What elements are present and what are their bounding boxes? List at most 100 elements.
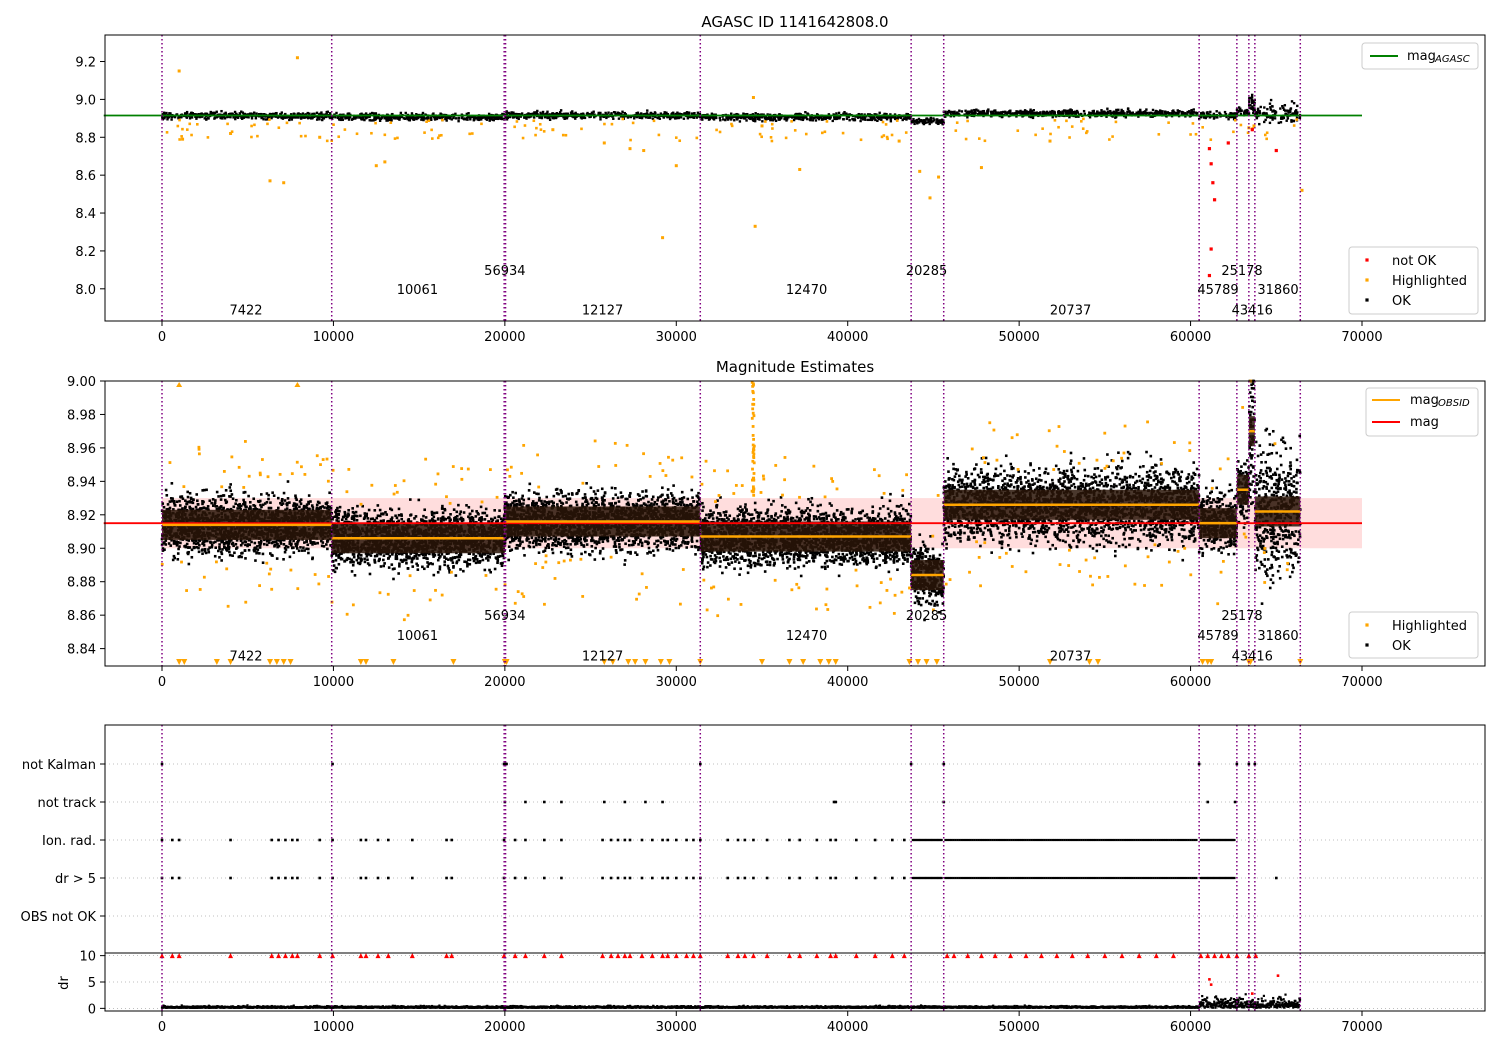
highlighted-point [551,128,555,132]
highlighted-point [918,169,922,173]
ok-point [320,111,323,114]
ok-point [265,492,269,495]
highlighted-point [521,136,525,140]
ok-point [719,119,722,122]
ok-point [469,118,472,121]
ok-point [172,501,176,505]
ok-point [260,493,263,496]
ok-point [612,117,615,120]
ok-point [1258,111,1261,115]
ok-point [1250,95,1254,99]
ok-point [280,111,284,114]
highlighted-point [1041,127,1044,130]
ok-point [295,507,299,510]
ok-point [217,549,220,553]
ok-point [285,502,288,506]
ok-point [280,499,284,503]
highlighted-point [561,133,565,137]
ok-point [446,564,450,568]
highlighted-point [790,120,793,123]
highlighted-point [389,121,393,124]
ok-point [541,110,545,114]
ok-point [783,117,786,121]
ok-point [197,550,201,554]
ok-point [646,109,649,112]
ok-point [1192,108,1195,111]
ok-point [633,117,636,120]
ok-point [1271,110,1274,113]
highlighted-point [250,135,253,139]
ok-point [994,112,997,115]
ok-point [233,551,236,555]
ok-point [1247,112,1251,115]
ok-point [190,111,193,114]
ok-point [334,558,338,562]
ok-point [366,558,369,562]
ok-point [605,116,608,120]
ok-point [276,496,280,500]
ok-point [545,112,548,115]
ok-point [192,545,196,549]
ok-point [433,117,437,120]
highlighted-point [285,121,289,125]
highlighted-point [230,130,234,133]
ok-point [337,562,341,566]
ok-point [848,118,851,122]
highlighted-point [784,136,788,140]
ok-point [814,119,818,122]
ok-point [326,540,329,543]
highlighted-point [1085,131,1088,135]
ok-point [905,117,909,120]
ok-point [247,116,250,119]
ok-point [191,498,195,501]
obsid-label: 20285 [906,264,947,279]
highlighted-point [468,132,471,136]
ok-point [947,109,951,113]
ok-point [315,503,319,507]
ok-point [202,544,206,547]
ok-point [540,116,544,120]
highlighted-point [396,136,399,140]
ok-point [258,552,261,555]
ok-point [204,112,207,115]
ok-point [1112,112,1116,115]
ok-point [1014,111,1017,115]
ok-point [1227,118,1230,121]
ok-point [1151,108,1155,112]
ok-point [161,502,165,505]
ok-point [422,556,426,560]
highlighted-point [678,139,682,143]
highlighted-point [564,133,568,137]
highlighted-point [621,117,625,121]
ok-point [1166,111,1170,115]
highlighted-point [355,132,359,136]
ok-point [1296,111,1299,114]
ok-point [241,541,244,545]
ok-point [990,110,993,114]
ok-point [203,488,206,492]
highlighted-point [823,130,827,134]
ok-point [324,502,328,505]
highlighted-point [332,123,335,126]
ok-point [270,541,274,545]
ok-point [1286,117,1290,120]
ok-point [170,499,174,503]
ok-point [237,504,241,508]
ok-point [360,118,363,121]
ok-point [1205,111,1209,115]
ok-point [295,498,298,501]
ok-point [987,108,990,111]
x-tick-label: 70000 [1341,330,1382,345]
ok-point [389,116,393,119]
ok-point [1255,116,1259,120]
ok-point [234,117,237,121]
ok-point [207,117,210,120]
highlighted-point [282,181,286,185]
ok-point [842,118,845,121]
obsid-label: 7422 [229,304,262,319]
ok-point [171,497,174,500]
ok-point [927,120,930,124]
ok-point [936,118,939,122]
ok-point [1287,109,1291,113]
highlighted-point [1167,121,1170,124]
